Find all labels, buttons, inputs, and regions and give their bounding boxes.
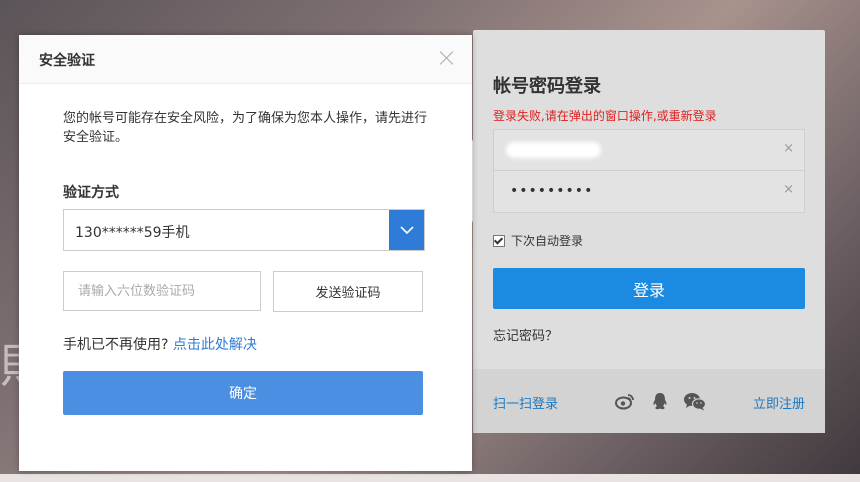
remember-label: 下次自动登录 — [511, 234, 584, 248]
dialog-description: 您的帐号可能存在安全风险，为了确保为您本人操作，请先进行安全验证。 — [63, 111, 428, 145]
password-value: ••••••••• — [510, 183, 594, 199]
weibo-icon[interactable] — [615, 391, 635, 411]
wechat-icon[interactable] — [683, 391, 707, 411]
qq-icon[interactable] — [650, 391, 670, 411]
verification-method-label: 验证方式 — [63, 185, 119, 201]
login-footer: 扫一扫登录 立即注册 — [473, 369, 825, 433]
login-button[interactable]: 登录 — [493, 268, 805, 309]
resolve-link[interactable]: 点击此处解决 — [173, 337, 257, 353]
verification-code-input[interactable] — [63, 271, 261, 311]
forgot-password-link[interactable]: 忘记密码？ — [493, 325, 558, 344]
send-code-button[interactable]: 发送验证码 — [273, 271, 423, 312]
login-panel: 帐号密码登录 登录失败,请在弹出的窗口操作,或重新登录 × ••••••••• … — [473, 30, 825, 433]
security-verification-dialog: 安全验证 您的帐号可能存在安全风险，为了确保为您本人操作，请先进行安全验证。 验… — [19, 35, 472, 471]
username-value-redacted — [506, 142, 601, 158]
dialog-title: 安全验证 — [39, 53, 95, 69]
confirm-button[interactable]: 确定 — [63, 371, 423, 415]
password-field[interactable]: ••••••••• × — [494, 170, 804, 211]
selected-method: 130******59手机 — [75, 225, 190, 241]
background-bottom-strip — [0, 474, 860, 482]
remember-checkbox[interactable] — [493, 234, 505, 247]
register-link[interactable]: 立即注册 — [753, 393, 805, 412]
credentials-box: × ••••••••• × — [493, 129, 805, 213]
login-error-message: 登录失败,请在弹出的窗口操作,或重新登录 — [493, 109, 717, 123]
remember-me[interactable]: 下次自动登录 — [493, 232, 583, 249]
clear-password-icon[interactable]: × — [783, 182, 794, 197]
close-icon[interactable] — [438, 49, 456, 67]
chevron-down-icon[interactable] — [389, 210, 424, 250]
login-title: 帐号密码登录 — [493, 76, 601, 97]
phone-unavailable-row: 手机已不再使用? 点击此处解决 — [63, 334, 257, 354]
verification-method-select[interactable]: 130******59手机 — [63, 209, 425, 251]
scan-login-link[interactable]: 扫一扫登录 — [493, 393, 558, 412]
username-field[interactable]: × — [494, 130, 804, 170]
phone-unavailable-text: 手机已不再使用? — [63, 337, 169, 353]
clear-username-icon[interactable]: × — [783, 141, 794, 156]
dialog-header: 安全验证 — [19, 35, 472, 84]
